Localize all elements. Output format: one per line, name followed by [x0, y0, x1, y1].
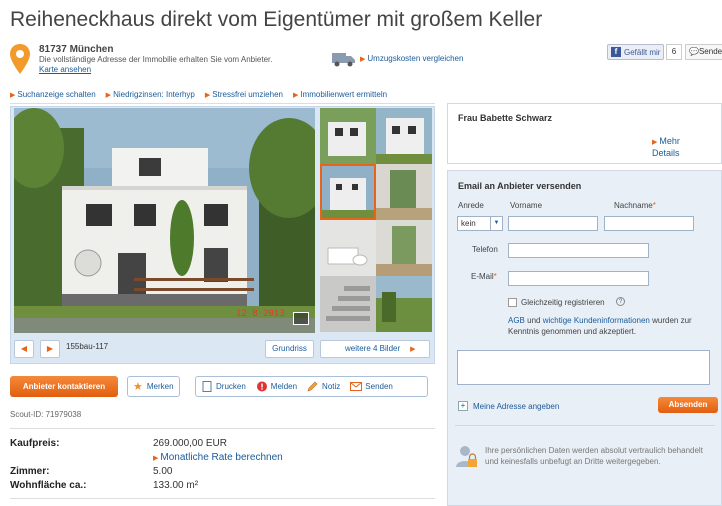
- report-label: Melden: [270, 382, 298, 391]
- facebook-icon: f: [611, 47, 621, 57]
- register-checkbox[interactable]: [508, 298, 517, 307]
- divider: [10, 103, 435, 104]
- location-pin-icon: [10, 44, 30, 74]
- quicklink-moving[interactable]: ▶ Stressfrei umziehen: [205, 90, 283, 99]
- form-title: Email an Anbieter versenden: [458, 181, 582, 191]
- living-area-value: 133.00 m²: [153, 480, 199, 491]
- quicklinks-bar: ▶ Suchanzeige schalten ▶ Niedrigzinsen: In…: [10, 90, 387, 99]
- thumbnail-7[interactable]: [320, 276, 376, 332]
- more-images-label: weitere 4 Bilder: [345, 344, 401, 353]
- thumbnail-6[interactable]: [376, 220, 432, 276]
- main-photo[interactable]: [14, 108, 315, 333]
- bookmark-button[interactable]: ★ Merken: [127, 376, 180, 397]
- contact-provider-button[interactable]: Anbieter kontaktieren: [10, 376, 118, 397]
- quicklink-search-ad[interactable]: ▶ Suchanzeige schalten: [10, 90, 96, 99]
- quicklink-interhyp[interactable]: ▶ Niedrigzinsen: Interhyp: [106, 90, 195, 99]
- move-costs-label: Umzugskosten vergleichen: [367, 54, 464, 63]
- image-caption: 155bau-117: [66, 342, 109, 351]
- speech-bubble-icon: 💬: [689, 47, 699, 56]
- like-count: 6: [666, 44, 682, 60]
- salutation-value: kein: [461, 219, 476, 228]
- address-note: Die vollständige Adresse der Immobilie e…: [39, 55, 273, 64]
- salutation-label: Anrede: [458, 201, 484, 210]
- thumbnail-8[interactable]: [376, 276, 432, 332]
- warning-icon: [256, 381, 267, 392]
- customer-info-link[interactable]: wichtige Kundeninformationen: [543, 316, 650, 325]
- bookmark-label: Merken: [146, 382, 174, 391]
- agent-more-details-link[interactable]: ▶ Mehr Details: [652, 136, 680, 159]
- agb-link[interactable]: AGB: [508, 316, 525, 325]
- move-costs-link[interactable]: ▶ Umzugskosten vergleichen: [360, 54, 463, 63]
- phone-input[interactable]: [508, 243, 649, 258]
- divider: [10, 498, 435, 499]
- map-link[interactable]: Karte ansehen: [39, 65, 91, 74]
- quicklink-valuation[interactable]: ▶ Immobilienwert ermitteln: [293, 90, 387, 99]
- floorplan-button[interactable]: Grundriss: [265, 340, 314, 358]
- more-details-line2: Details: [652, 148, 680, 158]
- terms-text: AGB und wichtige Kundeninformationen wur…: [508, 316, 692, 336]
- thumbnail-5[interactable]: [320, 220, 376, 276]
- envelope-icon: [350, 382, 363, 391]
- moving-truck-icon: [332, 53, 355, 67]
- like-label: Gefällt mir: [624, 47, 661, 57]
- gallery-next-button[interactable]: ▶: [40, 340, 60, 358]
- thumbnail-2[interactable]: [376, 108, 432, 164]
- lastname-input[interactable]: [604, 216, 694, 231]
- firstname-label: Vorname: [510, 201, 543, 210]
- salutation-select[interactable]: kein ▼: [457, 216, 503, 231]
- facebook-like-button[interactable]: f Gefällt mir: [607, 44, 665, 60]
- show-address-toggle[interactable]: Meine Adresse angeben: [473, 402, 559, 411]
- plus-icon[interactable]: +: [458, 401, 468, 411]
- email-label: E-Mail*: [471, 272, 497, 281]
- thumbnail-4[interactable]: [376, 164, 432, 220]
- chevron-down-icon: ▼: [490, 217, 502, 230]
- more-details-line1: Mehr: [659, 136, 680, 146]
- email-input[interactable]: [508, 271, 649, 286]
- pencil-icon: [307, 381, 318, 392]
- monthly-rate-link[interactable]: ▶ Monatliche Rate berechnen: [153, 452, 283, 463]
- document-icon: [202, 381, 212, 392]
- info-icon[interactable]: ?: [616, 297, 625, 306]
- monthly-rate-label: Monatliche Rate berechnen: [160, 452, 283, 463]
- send-button[interactable]: Senden: [345, 381, 398, 392]
- price-label: Kaufpreis:: [10, 438, 60, 449]
- firstname-input[interactable]: [508, 216, 598, 231]
- fullscreen-icon[interactable]: [293, 312, 309, 325]
- rooms-value: 5.00: [153, 466, 173, 477]
- divider: [10, 428, 435, 429]
- report-button[interactable]: Melden: [251, 381, 302, 392]
- register-label: Gleichzeitig registrieren: [521, 298, 605, 307]
- gallery-prev-button[interactable]: ◀: [14, 340, 34, 358]
- share-label: Senden: [698, 47, 722, 56]
- living-area-label: Wohnfläche ca.:: [10, 480, 87, 491]
- action-toolbar: Drucken Melden Notiz Senden: [195, 376, 428, 397]
- divider: [455, 425, 715, 426]
- page-title: Reiheneckhaus direkt vom Eigentümer mit …: [10, 8, 543, 31]
- scout-id: Scout-ID: 71979038: [10, 410, 82, 419]
- submit-button[interactable]: Absenden: [658, 397, 718, 413]
- share-button[interactable]: 💬Senden: [685, 44, 722, 60]
- message-textarea[interactable]: [457, 350, 710, 385]
- lastname-label: Nachname*: [614, 201, 656, 210]
- phone-label: Telefon: [472, 245, 498, 254]
- agent-name: Frau Babette Schwarz: [458, 113, 553, 123]
- thumbnail-3-selected[interactable]: [320, 164, 376, 220]
- privacy-note: Ihre persönlichen Daten werden absolut v…: [485, 446, 703, 466]
- star-icon: ★: [133, 381, 143, 393]
- note-button[interactable]: Notiz: [302, 381, 345, 392]
- note-label: Notiz: [322, 382, 341, 391]
- print-label: Drucken: [216, 382, 246, 391]
- rooms-label: Zimmer:: [10, 466, 50, 477]
- thumbnail-1[interactable]: [320, 108, 376, 164]
- print-button[interactable]: Drucken: [196, 381, 251, 392]
- photo-date-stamp: 12 8 2013: [236, 309, 285, 319]
- user-lock-icon: [456, 446, 477, 467]
- send-label: Senden: [365, 382, 393, 391]
- location-city: 81737 München: [39, 44, 114, 55]
- more-images-button[interactable]: weitere 4 Bilder ▶: [320, 340, 430, 358]
- price-value: 269.000,00 EUR: [153, 438, 227, 449]
